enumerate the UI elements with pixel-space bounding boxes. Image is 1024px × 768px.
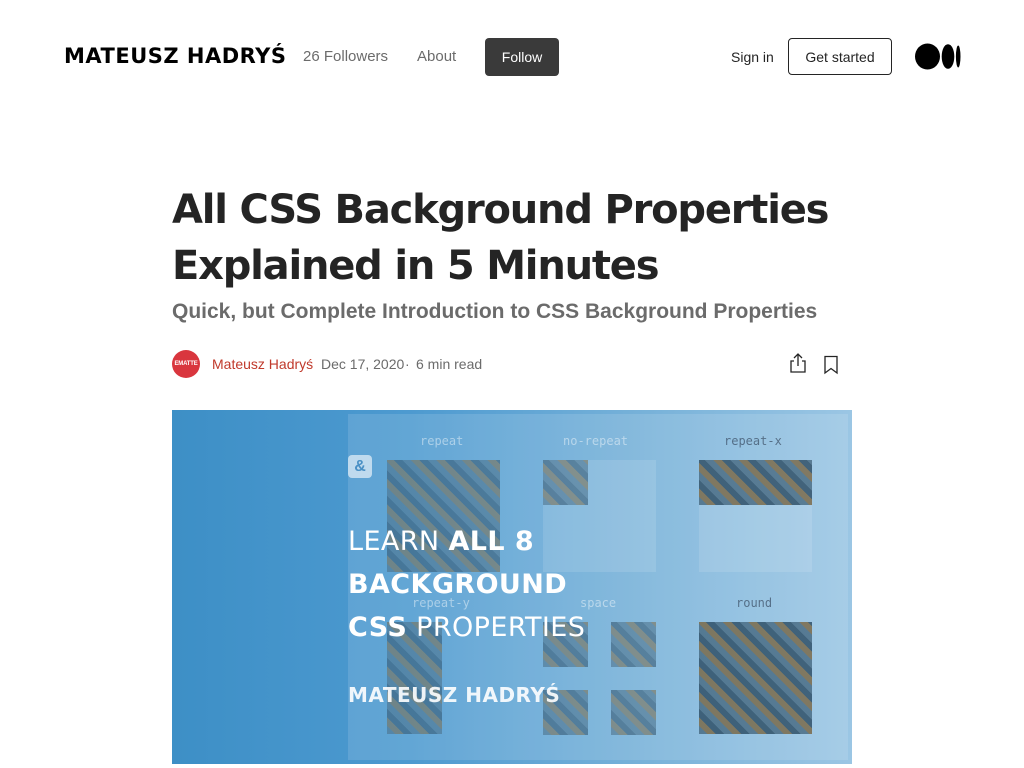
article-subtitle: Quick, but Complete Introduction to CSS …: [172, 300, 818, 323]
follow-button[interactable]: Follow: [485, 38, 559, 76]
hero-headline-bold-1: ALL 8: [448, 526, 535, 557]
label-space: space: [580, 596, 617, 610]
publication-brand[interactable]: MATEUSZ HADRYŚ: [64, 44, 287, 68]
demo-repeat-x-tile: [699, 460, 812, 505]
logo-ampersand-icon: &: [348, 455, 372, 478]
publish-date: Dec 17, 2020: [321, 356, 405, 372]
hero-headline-light-3: PROPERTIES: [407, 612, 586, 643]
article-meta: EMATTE Mateusz Hadryś Dec 17, 2020 · 6 m…: [172, 350, 852, 378]
label-no-repeat: no-repeat: [563, 434, 629, 448]
hero-headline-bold-2: BACKGROUND: [348, 569, 568, 600]
label-repeat: repeat: [420, 434, 464, 448]
article-title-line-1: All CSS Background Properties: [172, 187, 829, 233]
top-navigation: MATEUSZ HADRYŚ 26 Followers About Follow…: [0, 0, 1024, 113]
hero-headline-light-1: LEARN: [348, 526, 449, 557]
hero-headline-bold-3: CSS: [348, 612, 408, 643]
get-started-button[interactable]: Get started: [788, 38, 892, 75]
hero-byline: MATEUSZ HADRYŚ: [348, 683, 561, 707]
article-title: All CSS Background Properties Explained …: [172, 182, 852, 294]
meta-separator: ·: [405, 356, 410, 372]
hero-image: repeat no-repeat repeat-x repeat-y space…: [172, 410, 852, 764]
author-avatar[interactable]: EMATTE: [172, 350, 200, 378]
article-title-line-2: Explained in 5 Minutes: [172, 243, 660, 289]
bookmark-icon[interactable]: [823, 355, 839, 375]
followers-link[interactable]: 26 Followers: [303, 48, 388, 65]
hero-headline: LEARN ALL 8 BACKGROUND CSS PROPERTIES: [348, 520, 585, 649]
medium-logo-icon[interactable]: [915, 43, 961, 70]
demo-space-tile-4: [611, 690, 656, 735]
demo-no-repeat-tile: [543, 460, 588, 505]
sign-in-link[interactable]: Sign in: [731, 49, 774, 65]
author-link[interactable]: Mateusz Hadryś: [212, 356, 313, 372]
label-round: round: [736, 596, 773, 610]
read-time: 6 min read: [416, 356, 483, 372]
share-icon[interactable]: [788, 352, 808, 374]
demo-round-box: [699, 622, 812, 734]
demo-space-tile-2: [611, 622, 656, 667]
label-repeat-x: repeat-x: [724, 434, 782, 448]
about-link[interactable]: About: [417, 48, 456, 65]
